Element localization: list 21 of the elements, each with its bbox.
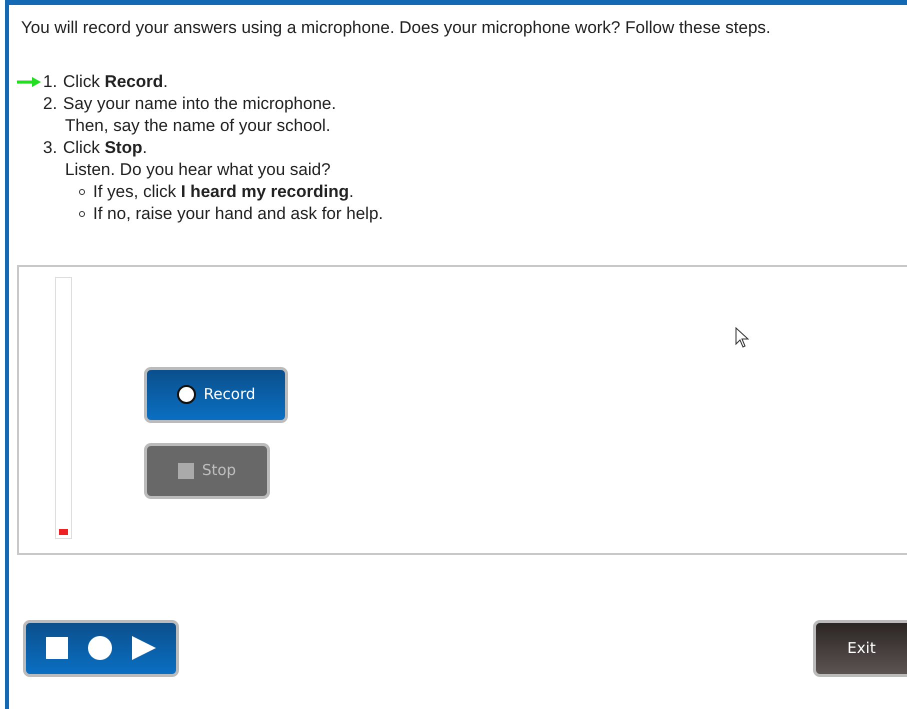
step-text: Listen. Do you hear what you said? xyxy=(65,160,331,178)
bullet-text: If yes, click I heard my recording. xyxy=(93,180,354,202)
play-icon[interactable] xyxy=(132,636,156,660)
exit-button[interactable]: Exit xyxy=(813,620,907,676)
step-number: 1. xyxy=(43,70,58,92)
circle-icon xyxy=(176,385,196,404)
mouse-cursor-icon xyxy=(735,326,749,348)
step-text: Say your name into the microphone. xyxy=(63,92,336,114)
record-icon[interactable] xyxy=(88,636,112,660)
bullet-icon xyxy=(79,188,85,194)
bullet-icon xyxy=(79,210,85,216)
record-button[interactable]: Record xyxy=(144,366,288,422)
instruction-text: You will record your answers using a microphone. Does your microphone work? Follow these steps. xyxy=(21,17,772,39)
arrow-icon xyxy=(17,76,41,86)
square-icon xyxy=(178,462,194,478)
step-number: 2. xyxy=(43,92,58,114)
step-text: Click Record. xyxy=(63,70,168,92)
bullet-text: If no, raise your hand and ask for help. xyxy=(93,202,384,224)
step-text: Then, say the name of your school. xyxy=(65,116,331,134)
step-text: Click Stop. xyxy=(63,136,148,158)
step-number: 3. xyxy=(43,136,58,158)
